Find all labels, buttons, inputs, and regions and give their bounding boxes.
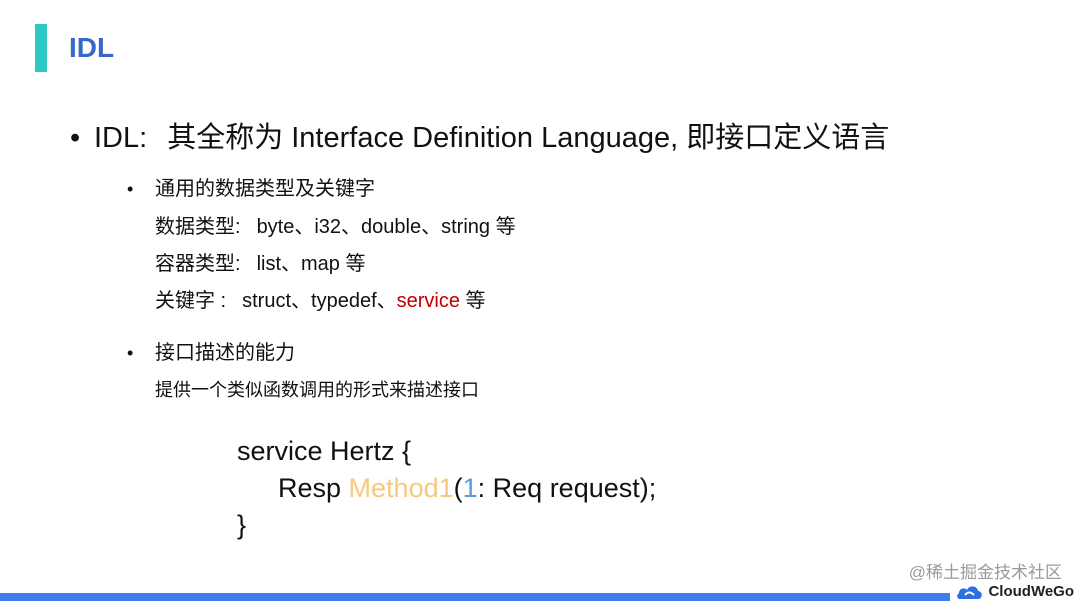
row-label: 数据类型: [155, 216, 241, 238]
main-bullet-description: 其全称为 Interface Definition Language, 即接口定… [167, 122, 890, 154]
page-title: IDL [69, 32, 115, 63]
section1-heading: • 通用的数据类型及关键字 [127, 175, 375, 203]
watermark: @稀土掘金技术社区 [908, 563, 1062, 582]
row-value: byte、i32、double、string 等 [256, 216, 516, 238]
section1-heading-text: 通用的数据类型及关键字 [155, 178, 375, 200]
footer-bar [0, 593, 950, 601]
section2-heading-text: 接口描述的能力 [155, 342, 295, 364]
code-rest: : Req request); [477, 473, 657, 503]
row-value: list、map 等 [256, 253, 366, 275]
section1-row: 关键字 : struct、typedef、service 等 [155, 287, 486, 315]
cloudwego-logo-icon [957, 586, 983, 599]
section1-row: 容器类型: list、map 等 [155, 250, 365, 278]
bullet-dot-icon: • [127, 343, 134, 363]
code-number: 1 [462, 473, 478, 503]
title-accent-bar [35, 24, 47, 72]
brand-logo: CloudWeGo [956, 581, 1074, 601]
bullet-dot-icon: • [127, 179, 134, 199]
code-line-3: } [237, 510, 247, 540]
row-label: 容器类型: [155, 253, 241, 275]
section2-text: 提供一个类似函数调用的形式来描述接口 [155, 380, 479, 400]
section2-heading: • 接口描述的能力 [127, 339, 295, 367]
row-value-prefix: struct、typedef、 [242, 290, 397, 312]
code-paren: ( [453, 473, 463, 503]
main-bullet: • IDL: 其全称为 Interface Definition Language,… [70, 118, 889, 158]
row-value-suffix: 等 [460, 290, 486, 312]
section1-row: 数据类型: byte、i32、double、string 等 [155, 213, 516, 241]
row-value-highlight: service [396, 290, 460, 312]
code-type: Resp [278, 473, 349, 503]
bullet-dot-icon: • [70, 122, 81, 154]
code-line-1: service Hertz { [237, 436, 412, 466]
code-method: Method1 [348, 473, 454, 503]
row-label: 关键字 : [155, 290, 227, 312]
brand-name: CloudWeGo [988, 582, 1074, 600]
row-value: struct、typedef、service 等 [242, 290, 485, 312]
code-line-2: Resp Method1(1: Req request); [278, 470, 656, 506]
main-bullet-term: IDL: [94, 122, 148, 154]
